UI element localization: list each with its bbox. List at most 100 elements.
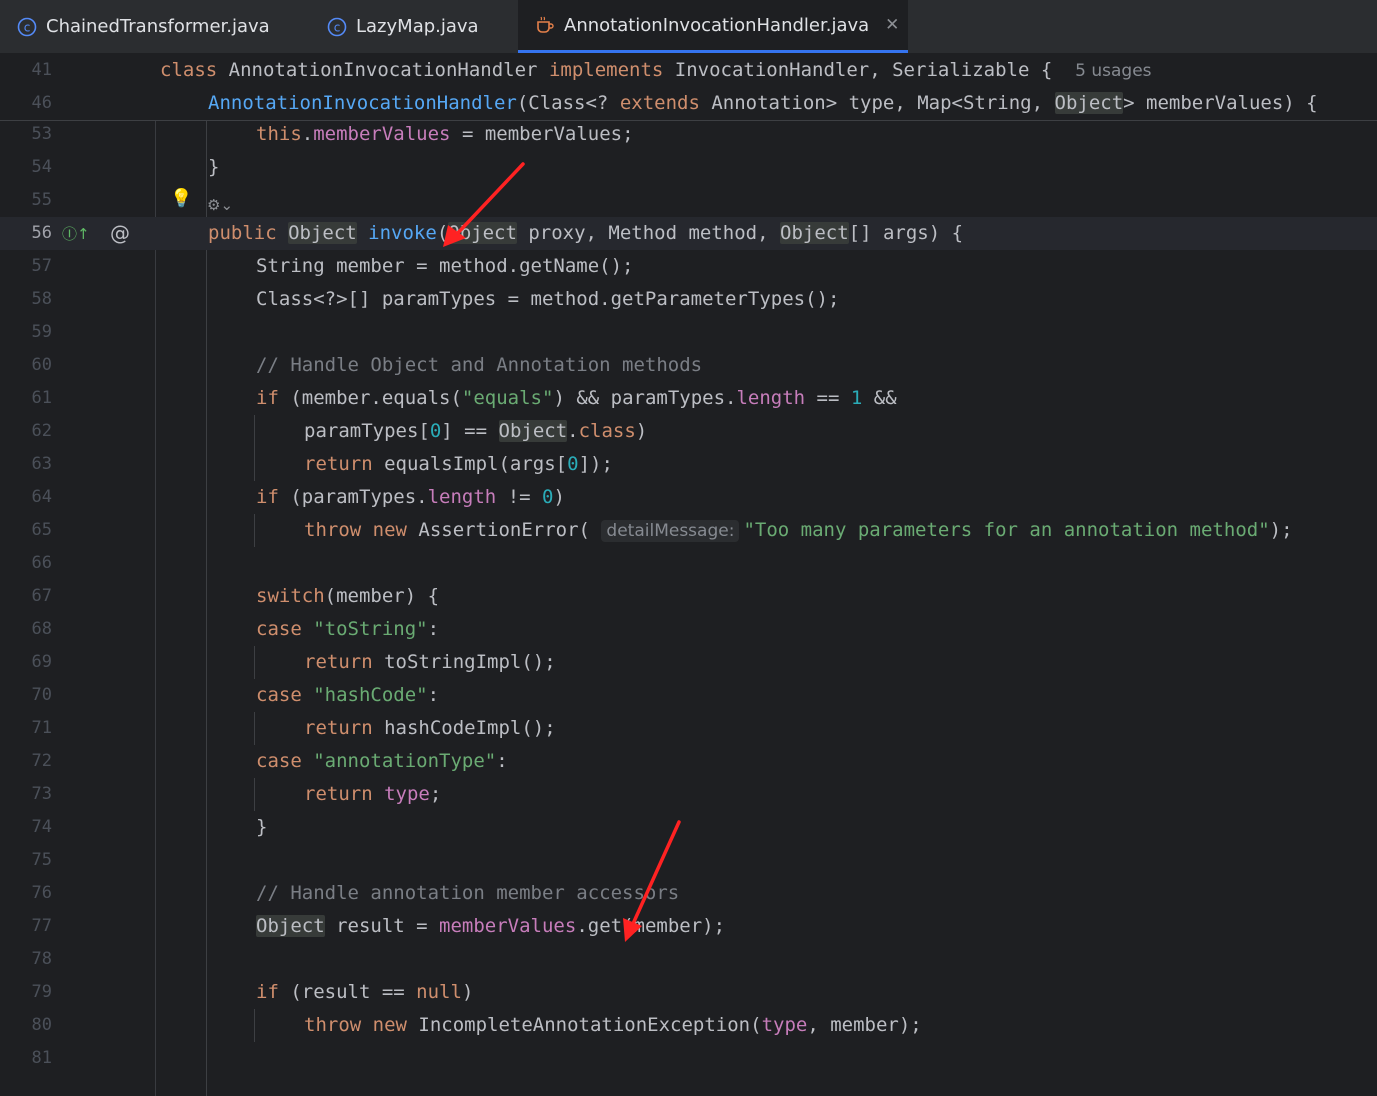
code-token: hashCodeImpl(); [384, 717, 556, 739]
svg-text:c: c [24, 20, 31, 34]
code-token: equalsImpl(args[ [384, 453, 568, 475]
code-token: throw new [304, 519, 419, 541]
line-number[interactable]: 61 [0, 382, 52, 415]
tab-label: LazyMap.java [356, 16, 479, 37]
code-token: if [256, 486, 291, 508]
code-token: throw new [304, 1014, 419, 1036]
code-text: } [208, 151, 219, 184]
line-number[interactable]: 72 [0, 745, 52, 778]
line-number[interactable]: 76 [0, 877, 52, 910]
code-line: 56 public Object invoke(Object proxy, Met… [0, 217, 1377, 250]
code-token: AnnotationInvocationHandler [208, 92, 517, 114]
line-number[interactable]: 78 [0, 943, 52, 976]
code-token: case [256, 618, 314, 640]
code-text: return equalsImpl(args[0]); [304, 448, 613, 481]
code-token: Annotation> type, Map<String, [711, 92, 1055, 114]
line-number[interactable]: 64 [0, 481, 52, 514]
code-token: 1 [850, 387, 863, 409]
line-number[interactable]: 65 [0, 514, 52, 547]
line-number[interactable]: 74 [0, 811, 52, 844]
code-text: return type; [304, 778, 441, 811]
line-number[interactable]: 81 [0, 1042, 52, 1075]
line-number[interactable]: 77 [0, 910, 52, 943]
code-line: 53 this.memberValues = memberValues; [0, 118, 1377, 151]
line-number[interactable]: 79 [0, 976, 52, 1009]
code-text: String member = method.getName(); [256, 250, 634, 283]
code-text: Object result = memberValues.get(member)… [256, 910, 725, 943]
line-number[interactable]: 75 [0, 844, 52, 877]
code-token: case [256, 684, 314, 706]
line-number[interactable]: 54 [0, 151, 52, 184]
line-number[interactable]: 46 [0, 87, 52, 120]
code-token: ) [635, 420, 648, 442]
code-token: toStringImpl(); [384, 651, 556, 673]
code-line: 46 AnnotationInvocationHandler(Class<? ex… [0, 87, 1377, 120]
line-number[interactable]: 63 [0, 448, 52, 481]
code-line: 64 if (paramTypes.length != 0) [0, 481, 1377, 514]
tab-3[interactable]: AnnotationInvocationHandler.java ✕ [518, 0, 908, 53]
code-token: if [256, 981, 291, 1003]
code-editor[interactable]: 53 this.memberValues = memberValues; 54} 55… [0, 54, 1377, 1096]
at-icon[interactable]: @ [110, 221, 130, 245]
code-line: 61 if (member.equals("equals") && paramTy… [0, 382, 1377, 415]
code-token: IncompleteAnnotationException( [418, 1014, 762, 1036]
code-text: paramTypes[0] == Object.class) [304, 415, 647, 448]
line-number[interactable]: 71 [0, 712, 52, 745]
line-number[interactable]: 66 [0, 547, 52, 580]
line-number[interactable]: 57 [0, 250, 52, 283]
line-number[interactable]: 58 [0, 283, 52, 316]
line-number[interactable]: 70 [0, 679, 52, 712]
tab-1[interactable]: c ChainedTransformer.java [0, 0, 300, 53]
code-line: 72 case "annotationType": [0, 745, 1377, 778]
code-token: switch [256, 585, 325, 607]
code-text: if (paramTypes.length != 0) [256, 481, 565, 514]
code-token: ) [553, 486, 565, 508]
code-line: 81 [0, 1042, 1377, 1075]
code-line: 63 return equalsImpl(args[0]); [0, 448, 1377, 481]
code-token: Object [1054, 92, 1124, 114]
code-token: 0 [567, 453, 579, 475]
line-number[interactable]: 80 [0, 1009, 52, 1042]
implementing-method-icon[interactable]: Ⓘ↑ [62, 223, 90, 244]
code-token: memberValues [313, 123, 451, 145]
close-icon[interactable]: ✕ [885, 15, 899, 35]
code-token: Object [256, 915, 325, 937]
line-number[interactable]: 73 [0, 778, 52, 811]
ai-actions-icon[interactable]: ⚙⌄ [207, 196, 233, 214]
line-number[interactable]: 53 [0, 118, 52, 151]
code-line: 73 return type; [0, 778, 1377, 811]
line-number[interactable]: 68 [0, 613, 52, 646]
code-token: extends [619, 92, 712, 114]
code-line: 71 return hashCodeImpl(); [0, 712, 1377, 745]
code-token: Object [498, 420, 568, 442]
code-token: != [496, 486, 543, 508]
code-token: proxy, Method method, [516, 222, 781, 244]
code-text: AnnotationInvocationHandler(Class<? exte… [208, 87, 1318, 120]
code-text: Class<?>[] paramTypes = method.getParame… [256, 283, 839, 316]
tab-2[interactable]: c LazyMap.java [310, 0, 510, 53]
code-token: class [160, 59, 229, 81]
line-number[interactable]: 60 [0, 349, 52, 382]
line-number[interactable]: 56 [0, 217, 52, 250]
code-token: return [304, 651, 385, 673]
line-number[interactable]: 62 [0, 415, 52, 448]
line-number[interactable]: 67 [0, 580, 52, 613]
code-token: invoke [368, 222, 437, 244]
code-token: // Handle Object and Annotation methods [256, 354, 703, 376]
code-token: = memberValues; [450, 123, 634, 145]
line-number[interactable]: 55 [0, 184, 52, 217]
code-text: case "annotationType": [256, 745, 508, 778]
code-line: 74} [0, 811, 1377, 844]
code-token: length [736, 387, 806, 409]
line-number[interactable]: 59 [0, 316, 52, 349]
code-token: Object [288, 222, 357, 244]
code-token: class [578, 420, 636, 442]
line-number[interactable]: 69 [0, 646, 52, 679]
lightbulb-icon[interactable]: 💡 [170, 188, 192, 209]
line-number[interactable]: 41 [0, 54, 52, 87]
tab-label: ChainedTransformer.java [46, 16, 270, 37]
usages-hint[interactable]: 5 usages [1075, 61, 1151, 81]
code-token: . [567, 420, 579, 442]
class-icon: c [16, 16, 38, 38]
code-text: if (result == null) [256, 976, 473, 1009]
